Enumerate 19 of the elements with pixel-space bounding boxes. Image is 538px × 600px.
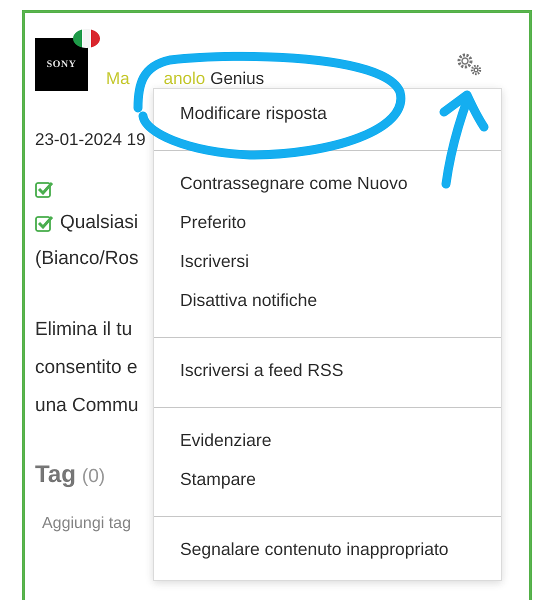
menu-item[interactable]: Modificare risposta <box>154 94 501 133</box>
menu-item[interactable]: Iscriversi a feed RSS <box>154 351 501 390</box>
post-date: 23-01-2024 19 <box>35 129 147 151</box>
menu-item[interactable]: Preferito <box>154 203 501 242</box>
menu-item[interactable]: Iscriversi <box>154 242 501 281</box>
menu-item[interactable]: Contrassegnare come Nuovo <box>154 164 501 203</box>
body-text: consentito e <box>35 356 138 380</box>
menu-item[interactable]: Stampare <box>154 460 501 499</box>
avatar-logo: SONY <box>35 38 88 91</box>
menu-item[interactable]: Segnalare contenuto inappropriato <box>154 530 501 569</box>
body-text: (Bianco/Ros <box>35 247 138 271</box>
body-text: Elimina il tu <box>35 318 132 342</box>
menu-item[interactable]: Disattiva notifiche <box>154 281 501 320</box>
author-rank: Genius <box>210 70 264 87</box>
body-text: Qualsiasi <box>60 211 138 235</box>
tags-count: (0) <box>82 465 106 489</box>
menu-item[interactable]: Evidenziare <box>154 421 501 460</box>
body-text: una Commu <box>35 394 138 418</box>
tags-heading: Tag <box>35 460 76 490</box>
